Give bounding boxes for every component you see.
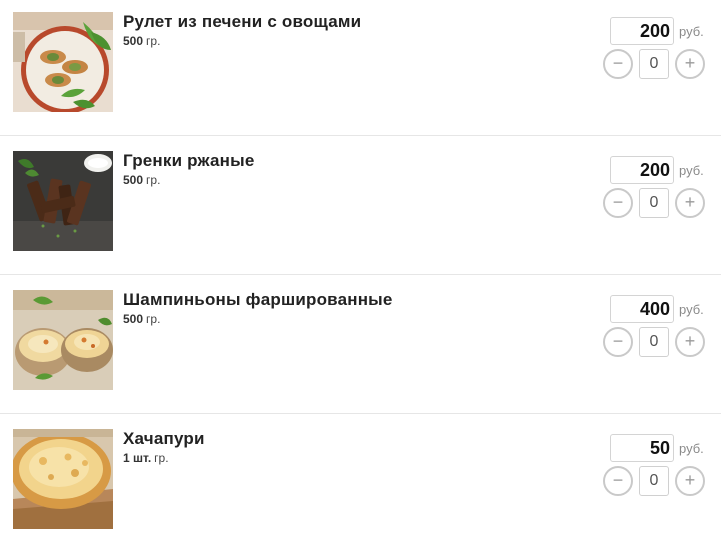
khachapuri-image: [13, 429, 113, 529]
decrease-quantity-button[interactable]: −: [603, 466, 633, 496]
quantity-input[interactable]: 0: [639, 327, 669, 357]
item-title[interactable]: Гренки ржаные: [123, 151, 255, 171]
weight-value: 500: [123, 34, 144, 48]
dish-photo-liver-roll[interactable]: [13, 12, 113, 112]
stuffed-mushrooms-image: [13, 290, 113, 390]
weight-unit: гр.: [146, 312, 161, 326]
menu-list: Рулет из печени с овощами 500 гр. 200 руб…: [0, 0, 721, 542]
decrease-quantity-button[interactable]: −: [603, 49, 633, 79]
menu-item: Рулет из печени с овощами 500 гр. 200 руб…: [0, 0, 721, 139]
dish-photo-khachapuri[interactable]: [13, 429, 113, 529]
weight-value: 1 шт.: [123, 451, 152, 465]
increase-quantity-button[interactable]: +: [675, 327, 705, 357]
item-title[interactable]: Шампиньоны фаршированные: [123, 290, 393, 310]
weight-value: 500: [123, 173, 144, 187]
price-field: 200: [610, 17, 674, 45]
menu-item: Гренки ржаные 500 гр. 200 руб. − 0 +: [0, 139, 721, 278]
quantity-input[interactable]: 0: [639, 49, 669, 79]
currency-label: руб.: [679, 24, 704, 39]
currency-label: руб.: [679, 441, 704, 456]
increase-quantity-button[interactable]: +: [675, 49, 705, 79]
dish-photo-stuffed-mushrooms[interactable]: [13, 290, 113, 390]
decrease-quantity-button[interactable]: −: [603, 327, 633, 357]
currency-label: руб.: [679, 163, 704, 178]
weight-unit: гр.: [154, 451, 169, 465]
item-divider: [0, 274, 721, 275]
menu-item: Хачапури 1 шт. гр. 50 руб. − 0 +: [0, 417, 721, 542]
rye-croutons-image: [13, 151, 113, 251]
weight-unit: гр.: [146, 34, 161, 48]
currency-label: руб.: [679, 302, 704, 317]
price-field: 200: [610, 156, 674, 184]
quantity-input[interactable]: 0: [639, 466, 669, 496]
decrease-quantity-button[interactable]: −: [603, 188, 633, 218]
item-title[interactable]: Хачапури: [123, 429, 205, 449]
quantity-input[interactable]: 0: [639, 188, 669, 218]
item-weight: 500 гр.: [123, 173, 160, 187]
price-field: 50: [610, 434, 674, 462]
increase-quantity-button[interactable]: +: [675, 188, 705, 218]
item-divider: [0, 413, 721, 414]
price-field: 400: [610, 295, 674, 323]
item-divider: [0, 135, 721, 136]
item-weight: 500 гр.: [123, 312, 160, 326]
weight-value: 500: [123, 312, 144, 326]
item-weight: 500 гр.: [123, 34, 160, 48]
item-weight: 1 шт. гр.: [123, 451, 169, 465]
weight-unit: гр.: [146, 173, 161, 187]
menu-item: Шампиньоны фаршированные 500 гр. 400 руб.…: [0, 278, 721, 417]
item-title[interactable]: Рулет из печени с овощами: [123, 12, 361, 32]
liver-roll-image: [13, 12, 113, 112]
increase-quantity-button[interactable]: +: [675, 466, 705, 496]
dish-photo-rye-croutons[interactable]: [13, 151, 113, 251]
